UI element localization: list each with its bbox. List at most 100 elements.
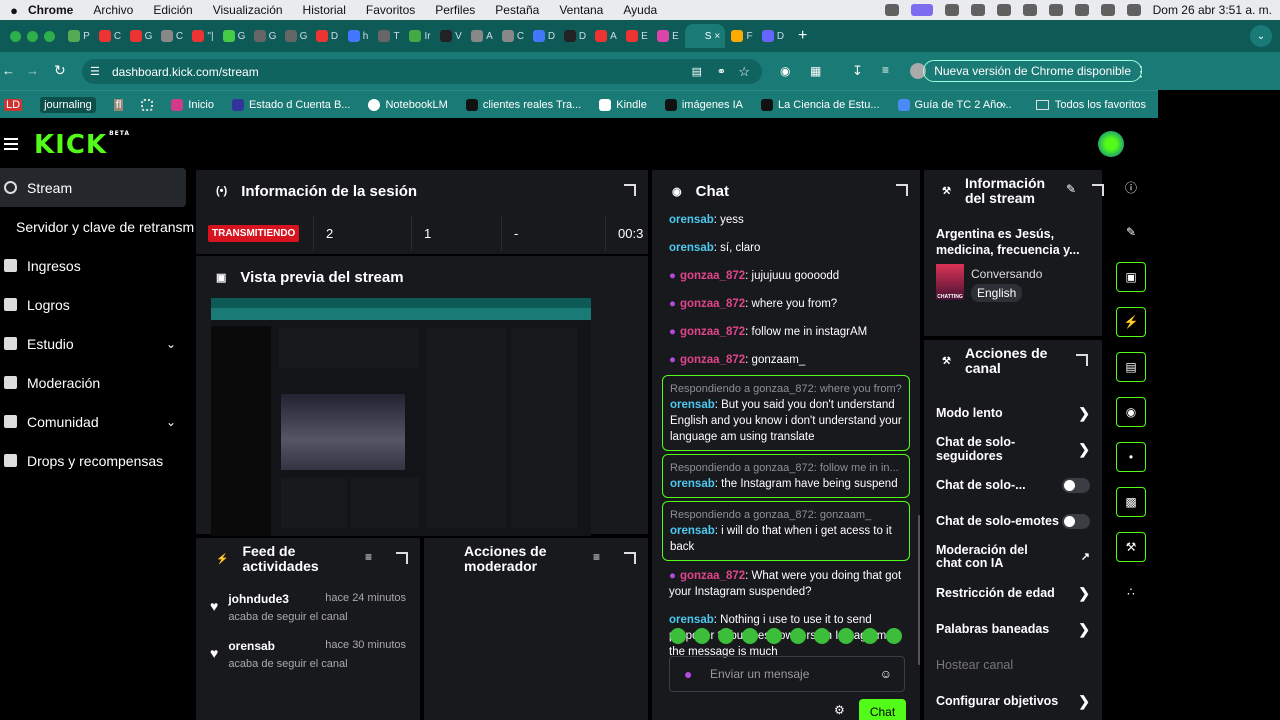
browser-tab[interactable]: T: [375, 24, 403, 48]
broadcast-icon[interactable]: •: [1116, 442, 1146, 472]
subs-only-toggle[interactable]: [1062, 477, 1090, 493]
control-center-icon[interactable]: [1126, 4, 1141, 16]
browser-tab[interactable]: G: [127, 24, 155, 48]
subs-only-item[interactable]: Chat de solo-...: [924, 467, 1102, 503]
sidebar-item-servidor[interactable]: Servidor y clave de retransmisión: [0, 207, 194, 246]
user-avatar[interactable]: [1098, 131, 1124, 157]
moon-icon[interactable]: [970, 4, 985, 16]
tab-search-icon[interactable]: ⌄: [1250, 25, 1272, 47]
close-window-button[interactable]: [10, 30, 21, 42]
chat-scrollbar[interactable]: [918, 515, 920, 665]
browser-tab[interactable]: V: [437, 24, 465, 48]
browser-tab[interactable]: D: [313, 24, 341, 48]
browser-tab[interactable]: G: [282, 24, 310, 48]
followers-only-item[interactable]: Chat de solo-seguidores ❯: [924, 431, 1102, 467]
popout-icon[interactable]: [1092, 184, 1104, 196]
menu-perfiles[interactable]: Perfiles: [435, 3, 475, 17]
emote-1-icon[interactable]: [670, 628, 686, 644]
info-icon[interactable]: ⓘ: [1116, 172, 1146, 202]
chat-username[interactable]: gonzaa_872: [680, 354, 745, 366]
emote-7-icon[interactable]: [814, 628, 830, 644]
emote-9-icon[interactable]: [862, 628, 878, 644]
lightning-icon[interactable]: ⚡: [1116, 307, 1146, 337]
chat-username[interactable]: orensab: [670, 478, 715, 490]
browser-tab[interactable]: h: [344, 24, 372, 48]
screen-record-icon[interactable]: [910, 4, 933, 16]
menu-edicion[interactable]: Edición: [153, 3, 192, 17]
menu-ventana[interactable]: Ventana: [559, 3, 603, 17]
chat-icon[interactable]: ◉: [1116, 397, 1146, 427]
feed-user[interactable]: johndude3: [228, 592, 289, 606]
back-icon[interactable]: ←: [2, 63, 15, 78]
slow-mode-item[interactable]: Modo lento ❯: [924, 395, 1102, 431]
chrome-update-button[interactable]: Nueva versión de Chrome disponible: [923, 60, 1142, 82]
bookmark-inicio[interactable]: Inicio: [171, 98, 214, 111]
browser-tab[interactable]: C: [158, 24, 186, 48]
popout-icon[interactable]: [1076, 354, 1088, 366]
bookmark-clientes[interactable]: clientes reales Tra...: [465, 98, 581, 111]
hamburger-menu-icon[interactable]: [4, 138, 18, 153]
banned-words-item[interactable]: Palabras baneadas ❯: [924, 611, 1102, 647]
music-icon[interactable]: [1022, 4, 1037, 16]
emote-6-icon[interactable]: [790, 628, 806, 644]
mixer-icon[interactable]: [944, 4, 959, 16]
browser-tab[interactable]: Ir: [406, 24, 434, 48]
chat-username[interactable]: gonzaa_872: [680, 298, 745, 310]
emote-4-icon[interactable]: [742, 628, 758, 644]
url-bar[interactable]: ☰ dashboard.kick.com/stream ▤ ⚭ ☆: [82, 59, 762, 84]
forward-icon[interactable]: →: [26, 63, 39, 78]
reload-icon[interactable]: ↻: [54, 62, 66, 79]
kick-logo[interactable]: KICK BETA: [34, 130, 130, 160]
popout-icon[interactable]: [896, 184, 908, 196]
browser-tab[interactable]: G: [220, 24, 248, 48]
chat-send-button[interactable]: Chat: [859, 699, 906, 720]
clip-icon[interactable]: ▣: [1116, 262, 1146, 292]
sidebar-item-moderacion[interactable]: Moderación: [0, 363, 188, 402]
chat-username[interactable]: orensab: [669, 614, 714, 626]
emote-2-icon[interactable]: [694, 628, 710, 644]
reply-context[interactable]: Respondiendo a gonzaa_872: where you fro…: [670, 381, 902, 397]
menu-app-name[interactable]: Chrome: [28, 3, 73, 17]
sidebar-item-estudio[interactable]: Estudio ⌄: [0, 324, 188, 363]
category-thumbnail[interactable]: CHATTING: [936, 264, 964, 300]
emotes-only-item[interactable]: Chat de solo-emotes: [924, 503, 1102, 539]
bookmark-guia[interactable]: Guía de TC 2 Año...: [897, 98, 1012, 111]
emote-5-icon[interactable]: [766, 628, 782, 644]
chat-username[interactable]: orensab: [669, 242, 714, 254]
popout-icon[interactable]: [624, 552, 636, 564]
bookmark-journaling[interactable]: journaling: [40, 96, 96, 113]
popout-icon[interactable]: [396, 552, 408, 564]
wifi-icon[interactable]: [1074, 4, 1089, 16]
sidebar-item-drops[interactable]: Drops y recompensas: [0, 441, 188, 480]
site-info-icon[interactable]: ☰: [90, 65, 100, 78]
document-icon[interactable]: ▤: [1116, 352, 1146, 382]
emote-8-icon[interactable]: [838, 628, 854, 644]
apple-icon[interactable]: ●: [0, 3, 28, 18]
browser-tab[interactable]: D: [759, 24, 787, 48]
bookmark-star-icon[interactable]: ☆: [738, 64, 750, 80]
browser-tab[interactable]: A: [592, 24, 620, 48]
edit-icon[interactable]: ✎: [1116, 217, 1146, 247]
extension-icon[interactable]: ◉: [780, 64, 790, 78]
menu-historial[interactable]: Historial: [303, 3, 346, 17]
menu-favoritos[interactable]: Favoritos: [366, 3, 415, 17]
chat-username[interactable]: gonzaa_872: [680, 270, 745, 282]
browser-tab[interactable]: G: [251, 24, 279, 48]
chat-username[interactable]: gonzaa_872: [680, 326, 745, 338]
emote-3-icon[interactable]: [718, 628, 734, 644]
age-restriction-item[interactable]: Restricción de edad ❯: [924, 575, 1102, 611]
reply-context[interactable]: Respondiendo a gonzaa_872: gonzaam_: [670, 507, 902, 523]
media-icon[interactable]: ≡: [882, 63, 889, 77]
stream-preview-video[interactable]: [211, 298, 591, 536]
more-menu-icon[interactable]: ⋮: [1134, 63, 1148, 80]
browser-tab[interactable]: A: [468, 24, 496, 48]
popout-icon[interactable]: [624, 184, 636, 196]
chat-username[interactable]: orensab: [670, 525, 715, 537]
bookmark-ciencia[interactable]: La Ciencia de Estu...: [761, 98, 880, 111]
browser-tab[interactable]: D: [530, 24, 558, 48]
edit-pencil-icon[interactable]: ✎: [1066, 182, 1076, 196]
menu-archivo[interactable]: Archivo: [93, 3, 133, 17]
battery-icon[interactable]: [1048, 4, 1063, 16]
bookmark-fl[interactable]: fl: [113, 98, 124, 111]
feed-user[interactable]: orensab: [228, 639, 275, 653]
